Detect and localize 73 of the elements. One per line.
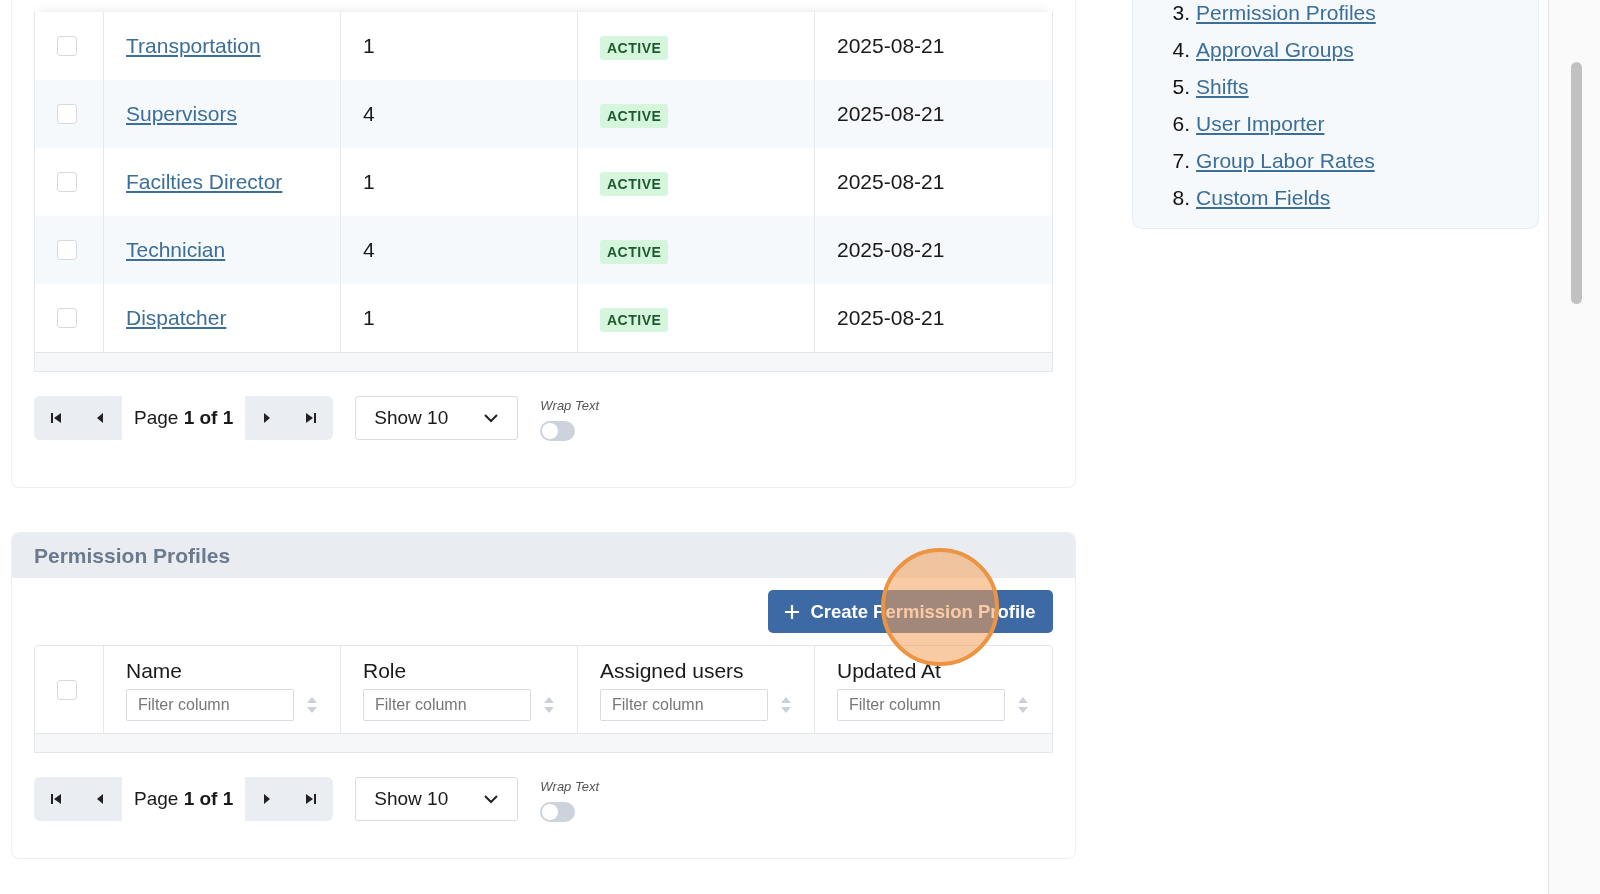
first-page-button[interactable] <box>34 396 78 440</box>
user-count: 4 <box>363 102 375 126</box>
sort-icon <box>306 695 318 714</box>
row-checkbox[interactable] <box>57 36 77 56</box>
user-count: 1 <box>363 34 375 58</box>
chevron-down-icon <box>483 413 500 423</box>
role-link[interactable]: Transportation <box>126 34 261 58</box>
column-header: Name <box>126 658 183 683</box>
section-link[interactable]: Approval Groups <box>1196 31 1354 68</box>
user-count: 1 <box>363 306 375 330</box>
page-indicator: Page 1 of 1 <box>133 788 235 810</box>
filter-field[interactable]: Filter column <box>837 688 1005 721</box>
first-page-icon <box>49 792 63 806</box>
select-all-checkbox[interactable] <box>57 679 77 700</box>
sort-icon <box>543 695 555 714</box>
column-header: Updated At <box>837 658 941 683</box>
status-badge: ACTIVE <box>600 308 669 332</box>
filter-field[interactable]: Filter column <box>600 688 768 721</box>
wrap-text-label: Wrap Text <box>540 398 600 413</box>
role-link[interactable]: Supervisors <box>126 102 237 126</box>
list-number: 4. <box>1172 37 1191 63</box>
scrollbar[interactable] <box>1547 0 1600 894</box>
sort-icon <box>1017 695 1029 714</box>
role-link[interactable]: Facilties Director <box>126 170 283 194</box>
last-page-icon <box>304 411 319 425</box>
list-number: 3. <box>1172 0 1191 26</box>
section-link[interactable]: Shifts <box>1196 68 1249 105</box>
updated-date: 2025-08-21 <box>837 34 945 58</box>
page-size-select[interactable]: Show 10 <box>355 396 519 440</box>
page-indicator: Page 1 of 1 <box>133 407 235 429</box>
status-badge: ACTIVE <box>600 36 669 60</box>
role-link[interactable]: Technician <box>126 238 226 262</box>
section-link[interactable]: User Importer <box>1196 105 1325 142</box>
column-header: Assigned users <box>600 658 744 683</box>
previous-page-icon <box>95 792 105 806</box>
status-badge: ACTIVE <box>600 240 669 264</box>
updated-date: 2025-08-21 <box>837 170 945 194</box>
filter-field[interactable]: Filter column <box>126 688 294 721</box>
row-checkbox[interactable] <box>57 104 77 124</box>
first-page-icon <box>49 411 63 425</box>
wrap-text-toggle[interactable] <box>540 802 576 822</box>
column-header: Role <box>363 658 407 683</box>
status-badge: ACTIVE <box>600 104 669 128</box>
sort-icon <box>780 695 792 714</box>
section-link[interactable]: Custom Fields <box>1196 179 1331 216</box>
row-checkbox[interactable] <box>57 172 77 192</box>
plus-icon <box>784 603 801 620</box>
updated-date: 2025-08-21 <box>837 102 945 126</box>
page-size-select[interactable]: Show 10 <box>355 777 519 821</box>
list-number: 8. <box>1172 185 1191 211</box>
list-number: 7. <box>1172 148 1191 174</box>
previous-page-icon <box>95 411 105 425</box>
updated-date: 2025-08-21 <box>837 238 945 262</box>
last-page-button[interactable] <box>289 777 334 821</box>
first-page-button[interactable] <box>34 777 78 821</box>
list-number: 5. <box>1172 74 1191 100</box>
wrap-text-label: Wrap Text <box>540 779 600 794</box>
row-checkbox[interactable] <box>57 308 77 328</box>
section-link[interactable]: Group Labor Rates <box>1196 142 1375 179</box>
row-checkbox[interactable] <box>57 240 77 260</box>
section-title: Permission Profiles <box>34 543 231 568</box>
role-link[interactable]: Dispatcher <box>126 306 227 330</box>
list-number: 6. <box>1172 111 1191 137</box>
section-link[interactable]: Permission Profiles <box>1196 0 1376 31</box>
last-page-icon <box>304 792 319 806</box>
chevron-down-icon <box>483 794 500 804</box>
updated-date: 2025-08-21 <box>837 306 945 330</box>
status-badge: ACTIVE <box>600 172 669 196</box>
user-count: 4 <box>363 238 375 262</box>
user-count: 1 <box>363 170 375 194</box>
filter-field[interactable]: Filter column <box>363 688 531 721</box>
wrap-text-toggle[interactable] <box>540 421 576 441</box>
last-page-button[interactable] <box>289 396 334 440</box>
